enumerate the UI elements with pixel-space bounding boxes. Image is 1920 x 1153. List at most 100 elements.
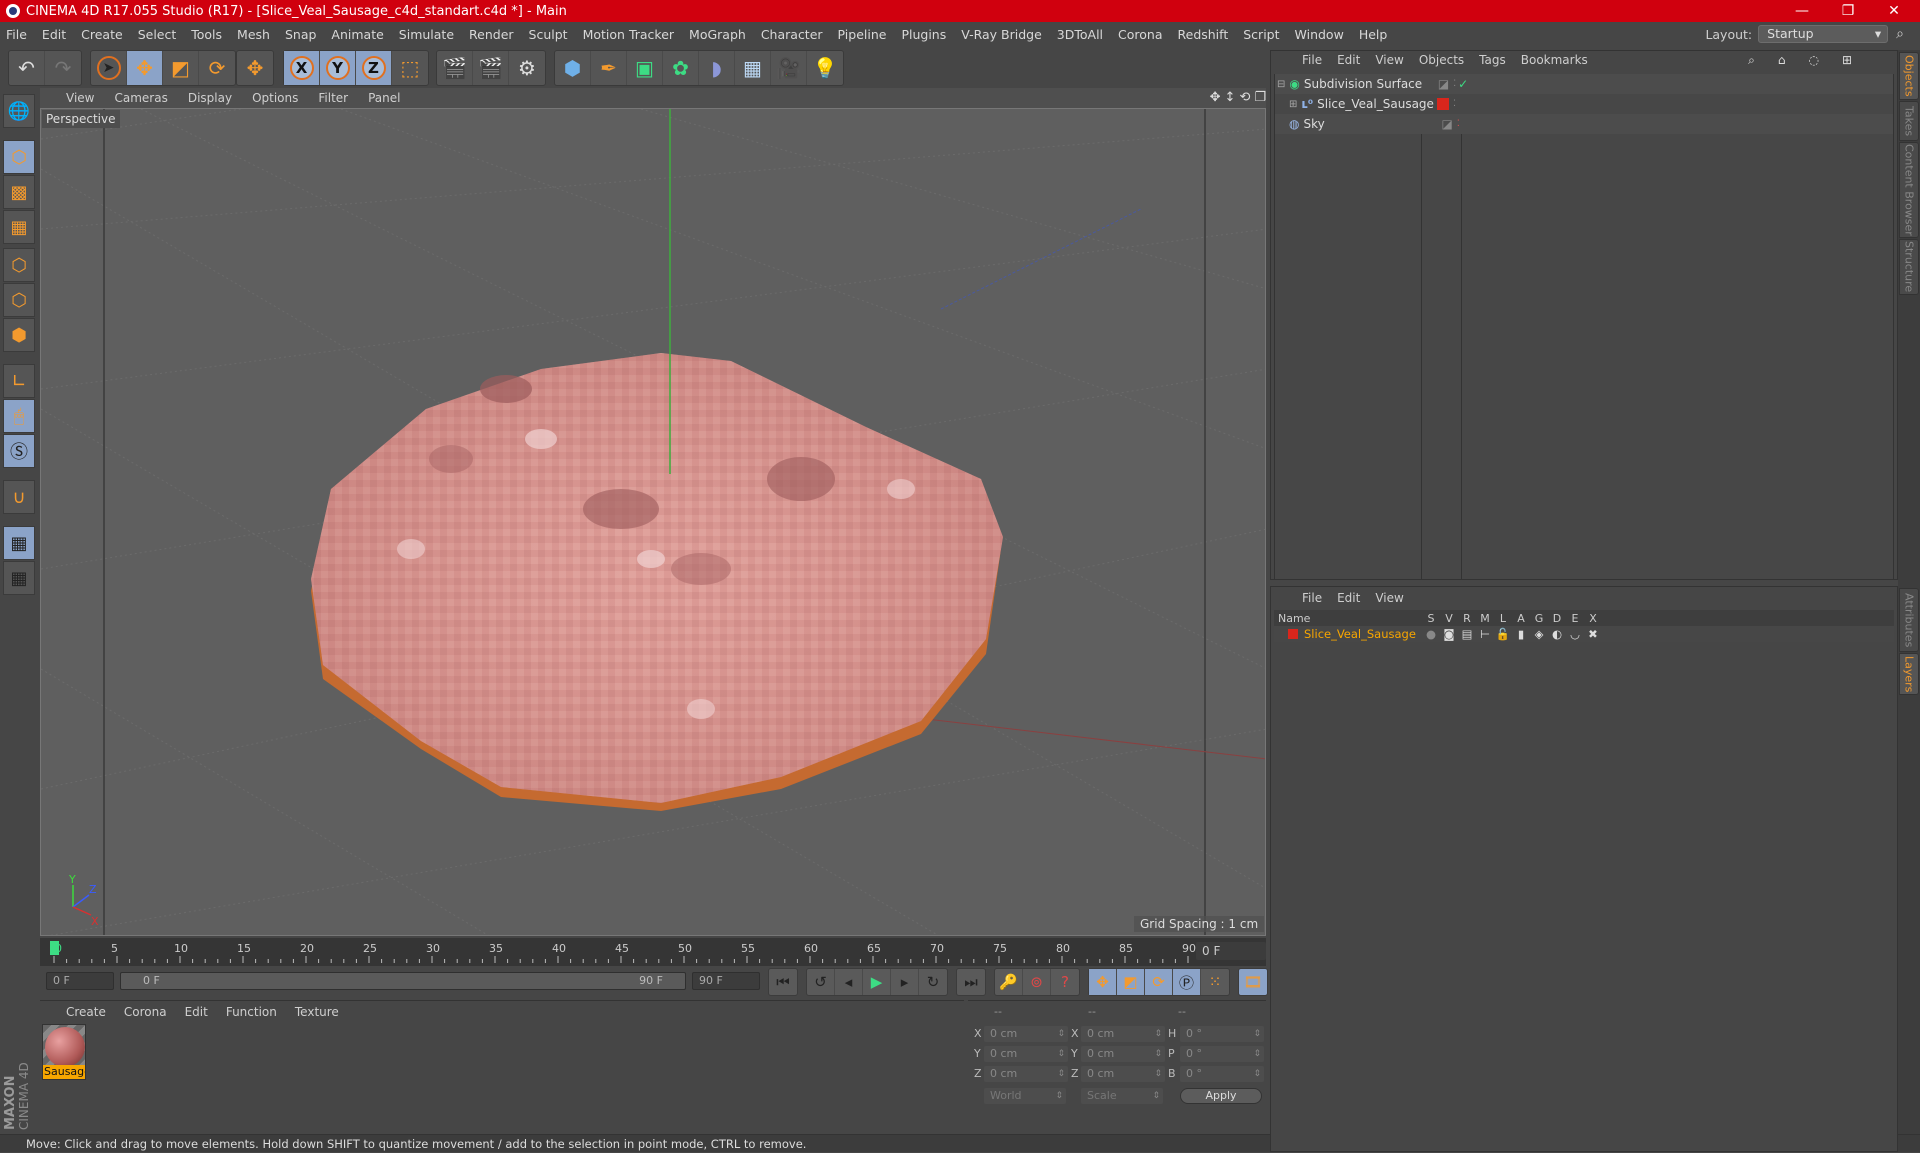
menu-motion-tracker[interactable]: Motion Tracker: [583, 27, 674, 42]
camera-icon[interactable]: 🎥: [771, 51, 807, 85]
make-editable-icon[interactable]: 🌐: [3, 94, 35, 128]
close-button[interactable]: ✕: [1872, 0, 1916, 22]
material-menu-texture[interactable]: Texture: [295, 1005, 339, 1019]
material-menu-function[interactable]: Function: [226, 1005, 277, 1019]
size-y-field[interactable]: 0 cm: [1081, 1046, 1165, 1062]
object-row[interactable]: ⊟ ◉ Subdivision Surface ◪ ⁚ ✓: [1275, 74, 1893, 94]
transform-icon[interactable]: ✥: [237, 51, 273, 85]
rotate-icon[interactable]: ⟳: [199, 51, 235, 85]
dolly-icon[interactable]: ↕: [1225, 90, 1236, 105]
render-settings-icon[interactable]: ⚙: [509, 51, 545, 85]
menu-pipeline[interactable]: Pipeline: [838, 27, 887, 42]
z-axis-lock-icon[interactable]: Z: [356, 51, 392, 85]
material-menu-create[interactable]: Create: [66, 1005, 106, 1019]
menu-help[interactable]: Help: [1359, 27, 1388, 42]
obj-menu-bookmarks[interactable]: Bookmarks: [1521, 53, 1588, 67]
rot-b-field[interactable]: 0 °: [1180, 1066, 1264, 1082]
workplane-lock-icon[interactable]: ▦: [3, 526, 35, 560]
menu-corona[interactable]: Corona: [1118, 27, 1162, 42]
tab-content-browser[interactable]: Content Browser: [1899, 142, 1919, 238]
menu-vray-bridge[interactable]: V-Ray Bridge: [961, 27, 1042, 42]
autokey-button[interactable]: 🔑: [995, 969, 1023, 995]
search-icon[interactable]: ⌕: [1896, 26, 1904, 42]
size-x-field[interactable]: 0 cm: [1081, 1026, 1165, 1042]
tab-takes[interactable]: Takes: [1899, 101, 1919, 141]
solo-toggle-icon[interactable]: ●: [1422, 627, 1440, 641]
viewport-menu-panel[interactable]: Panel: [368, 91, 400, 105]
menu-render[interactable]: Render: [469, 27, 514, 42]
pos-y-field[interactable]: 0 cm: [984, 1046, 1068, 1062]
scale-icon[interactable]: ◩: [163, 51, 199, 85]
tab-structure[interactable]: Structure: [1899, 239, 1919, 295]
select-arrow-icon[interactable]: ➤: [91, 51, 127, 85]
play-backwards-button[interactable]: ↺: [807, 969, 835, 995]
rot-h-field[interactable]: 0 °: [1180, 1026, 1264, 1042]
render-view-icon[interactable]: 🎬: [437, 51, 473, 85]
col-animation[interactable]: A: [1512, 612, 1530, 625]
menu-snap[interactable]: Snap: [285, 27, 316, 42]
tab-layers[interactable]: Layers: [1899, 653, 1919, 695]
lock-toggle-icon[interactable]: 🔓: [1494, 627, 1512, 641]
object-row[interactable]: ⊞ ʟ⁰ Slice_Veal_Sausage ⁚: [1275, 94, 1893, 114]
col-manager[interactable]: M: [1476, 612, 1494, 625]
animation-toggle-icon[interactable]: ▮: [1512, 627, 1530, 641]
layer-menu-view[interactable]: View: [1375, 591, 1403, 605]
coordinate-space-select[interactable]: World: [984, 1088, 1066, 1104]
home-icon[interactable]: ⌂: [1778, 53, 1786, 68]
viewport-menu-view[interactable]: View: [66, 91, 94, 105]
layer-name[interactable]: Slice_Veal_Sausage: [1304, 627, 1422, 641]
col-render[interactable]: R: [1458, 612, 1476, 625]
go-to-start-button[interactable]: ⏮: [769, 969, 797, 995]
size-z-field[interactable]: 0 cm: [1081, 1066, 1165, 1082]
new-window-icon[interactable]: ⊞: [1842, 53, 1852, 68]
pos-z-field[interactable]: 0 cm: [984, 1066, 1068, 1082]
orbit-icon[interactable]: ⟲: [1239, 90, 1250, 105]
camera-label[interactable]: Perspective: [42, 110, 120, 128]
col-expressions[interactable]: E: [1566, 612, 1584, 625]
menu-mograph[interactable]: MoGraph: [689, 27, 746, 42]
obj-menu-tags[interactable]: Tags: [1479, 53, 1506, 67]
search-icon[interactable]: ⌕: [1748, 53, 1755, 68]
y-axis-lock-icon[interactable]: Y: [320, 51, 356, 85]
obj-menu-file[interactable]: File: [1302, 53, 1322, 67]
solo-mode-icon[interactable]: Ⓢ: [3, 434, 35, 468]
key-position-button[interactable]: ✥: [1089, 969, 1117, 995]
enabled-check-icon[interactable]: ✓: [1458, 77, 1468, 91]
end-frame-field[interactable]: 90 F: [692, 972, 760, 990]
loop-button[interactable]: ↻: [919, 969, 947, 995]
deformers-toggle-icon[interactable]: ◐: [1548, 627, 1566, 641]
restore-button[interactable]: ❐: [1826, 0, 1870, 22]
menu-character[interactable]: Character: [761, 27, 823, 42]
play-button[interactable]: ▶: [863, 969, 891, 995]
tab-objects[interactable]: Objects: [1899, 52, 1919, 100]
model-mode-icon[interactable]: ⬡: [3, 140, 35, 174]
material-menu-edit[interactable]: Edit: [185, 1005, 208, 1019]
previous-frame-button[interactable]: ◂: [835, 969, 863, 995]
menu-animate[interactable]: Animate: [331, 27, 383, 42]
floor-icon[interactable]: ▦: [735, 51, 771, 85]
visibility-dots-icon[interactable]: ⁚: [1453, 99, 1456, 109]
collapse-icon[interactable]: ⊟: [1277, 79, 1285, 90]
key-parameter-button[interactable]: Ⓟ: [1173, 969, 1201, 995]
sausage-slice-mesh[interactable]: [311, 353, 1003, 811]
minimize-button[interactable]: —: [1780, 0, 1824, 22]
col-deformers[interactable]: D: [1548, 612, 1566, 625]
viewport-menu-display[interactable]: Display: [188, 91, 232, 105]
next-frame-button[interactable]: ▸: [891, 969, 919, 995]
menu-simulate[interactable]: Simulate: [399, 27, 454, 42]
workplane-mode-icon[interactable]: ▦: [3, 210, 35, 244]
key-rotation-button[interactable]: ⟳: [1145, 969, 1173, 995]
object-name[interactable]: Slice_Veal_Sausage: [1317, 97, 1434, 111]
menu-window[interactable]: Window: [1295, 27, 1344, 42]
workplane-align-icon[interactable]: ▦: [3, 561, 35, 595]
obj-menu-objects[interactable]: Objects: [1419, 53, 1464, 67]
pos-x-field[interactable]: 0 cm: [984, 1026, 1068, 1042]
menu-script[interactable]: Script: [1243, 27, 1279, 42]
menu-create[interactable]: Create: [81, 27, 123, 42]
frame-range-slider[interactable]: 0 F 90 F: [120, 972, 686, 990]
obj-menu-edit[interactable]: Edit: [1337, 53, 1360, 67]
layout-dropdown[interactable]: Startup: [1758, 25, 1889, 43]
col-xref[interactable]: X: [1584, 612, 1602, 625]
generators-toggle-icon[interactable]: ◈: [1530, 627, 1548, 641]
layer-color-swatch[interactable]: [1437, 98, 1450, 110]
